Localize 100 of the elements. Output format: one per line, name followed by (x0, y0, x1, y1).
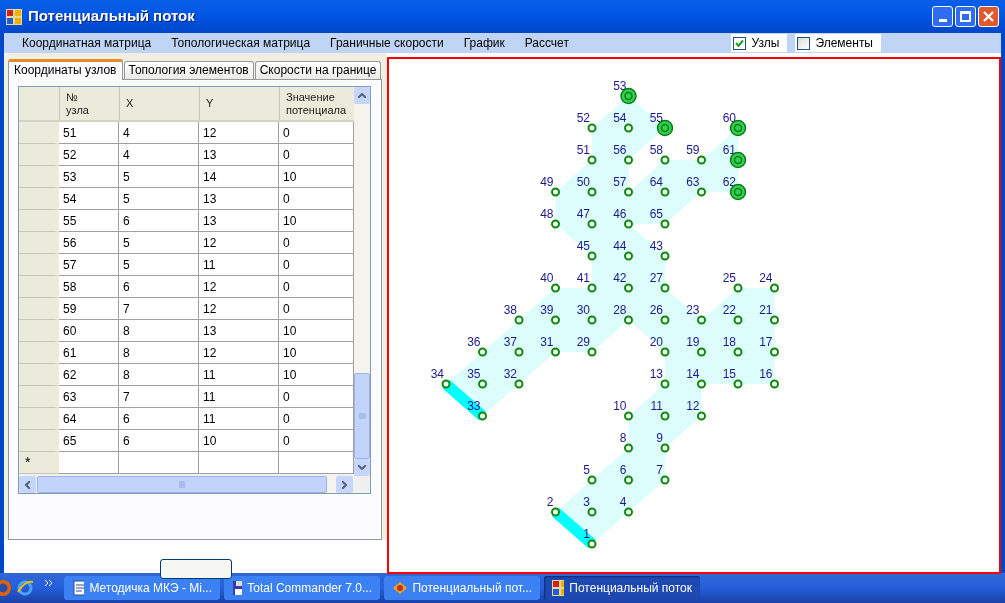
node-marker (624, 475, 633, 485)
chevron-icon[interactable] (44, 579, 54, 587)
node-label: 45 (576, 239, 590, 253)
column-header[interactable]: Y (199, 87, 279, 120)
scroll-left-button[interactable] (19, 476, 36, 493)
table-cell: 8 (119, 342, 199, 364)
node-label: 4 (619, 495, 627, 509)
table-cell: 0 (279, 144, 354, 166)
row-header[interactable] (19, 408, 59, 430)
scroll-right-button[interactable] (336, 476, 353, 493)
table-cell: 12 (199, 342, 279, 364)
node-label: 5 (583, 463, 590, 477)
row-header[interactable] (19, 298, 59, 320)
table-cell: 10 (279, 364, 354, 386)
node-label: 60 (722, 111, 736, 125)
node-marker (733, 347, 743, 357)
taskbar-button[interactable]: Методичка МКЭ - Mi... (64, 576, 220, 600)
taskbar-button[interactable]: Потенциальный пот... (384, 576, 540, 600)
tab[interactable]: Топология элементов (123, 61, 254, 79)
row-header[interactable] (19, 320, 59, 342)
row-header[interactable] (19, 364, 59, 386)
table-cell[interactable] (199, 452, 279, 474)
node-marker (733, 315, 743, 325)
table-cell: 4 (119, 144, 199, 166)
table-cell[interactable] (59, 452, 119, 474)
node-marker (587, 315, 597, 325)
taskbar-button[interactable]: Потенциальный поток (544, 576, 700, 600)
node-label: 52 (576, 111, 590, 125)
table-cell[interactable] (119, 452, 199, 474)
table-cell: 10 (279, 210, 354, 232)
node-marker (478, 379, 487, 389)
node-label: 39 (540, 303, 554, 317)
column-header[interactable]: X (119, 87, 199, 120)
node-label: 51 (576, 143, 590, 157)
node-marker (660, 347, 670, 357)
node-label: 28 (613, 303, 627, 317)
table-cell: 12 (199, 122, 279, 144)
column-header[interactable]: № узла (59, 87, 119, 120)
menu-item[interactable]: Рассчет (514, 34, 579, 52)
row-header[interactable] (19, 166, 59, 188)
node-label: 59 (686, 143, 700, 157)
taskbar-button[interactable]: Total Commander 7.0... (224, 576, 380, 600)
node-marker (551, 315, 560, 325)
node-marker (697, 379, 706, 389)
tab[interactable]: Координаты узлов (8, 59, 123, 80)
row-header[interactable] (19, 210, 59, 232)
node-label: 22 (722, 303, 736, 317)
node-marker (770, 379, 779, 389)
table-cell: 55 (59, 210, 119, 232)
node-label: 64 (649, 175, 663, 189)
menu-item[interactable]: График (453, 34, 515, 52)
tab[interactable]: Скорости на границе (254, 61, 382, 79)
node-marker (697, 315, 706, 325)
browser-icon[interactable] (16, 579, 34, 597)
checkbox[interactable] (733, 36, 747, 50)
table-cell: 51 (59, 122, 119, 144)
menu-item[interactable]: Координатная матрица (12, 34, 162, 52)
node-marker (697, 411, 706, 421)
table-cell: 5 (119, 254, 199, 276)
scroll-down-button[interactable] (354, 459, 370, 476)
node-marker (624, 219, 633, 229)
node-label: 44 (613, 239, 627, 253)
row-header[interactable] (19, 386, 59, 408)
node-label: 16 (759, 367, 773, 381)
button[interactable] (160, 559, 232, 579)
node-label: 33 (467, 399, 481, 413)
maximize-button[interactable] (955, 6, 976, 27)
vertical-scrollbar[interactable] (354, 87, 370, 476)
table-cell[interactable] (279, 452, 354, 474)
table-cell: 63 (59, 386, 119, 408)
scroll-thumb[interactable] (354, 373, 370, 459)
menu-item[interactable]: Граничные скорости (320, 34, 454, 52)
checkbox[interactable] (797, 36, 811, 50)
close-button[interactable] (978, 6, 999, 27)
node-label: 26 (649, 303, 663, 317)
row-header[interactable] (19, 188, 59, 210)
table-cell: 13 (199, 210, 279, 232)
row-header[interactable] (19, 342, 59, 364)
minimize-button[interactable] (932, 6, 953, 27)
node-marker (514, 347, 524, 357)
node-label: 63 (686, 175, 700, 189)
table-cell: 12 (199, 276, 279, 298)
node-marker (587, 219, 597, 229)
node-marker (770, 283, 779, 293)
table-cell: 10 (279, 342, 354, 364)
node-label: 40 (540, 271, 554, 285)
node-label: 43 (649, 239, 663, 253)
scroll-up-button[interactable] (354, 87, 370, 104)
row-header[interactable] (19, 254, 59, 276)
row-header[interactable] (19, 232, 59, 254)
grip-icon (358, 413, 366, 419)
row-header[interactable] (19, 122, 59, 144)
row-header[interactable] (19, 276, 59, 298)
node-marker (733, 379, 743, 389)
new-row-marker: * (25, 453, 31, 472)
row-header[interactable] (19, 144, 59, 166)
node-marker (587, 347, 597, 357)
menu-item[interactable]: Топологическая матрица (161, 34, 321, 52)
table-cell: 12 (199, 298, 279, 320)
row-header[interactable] (19, 430, 59, 452)
